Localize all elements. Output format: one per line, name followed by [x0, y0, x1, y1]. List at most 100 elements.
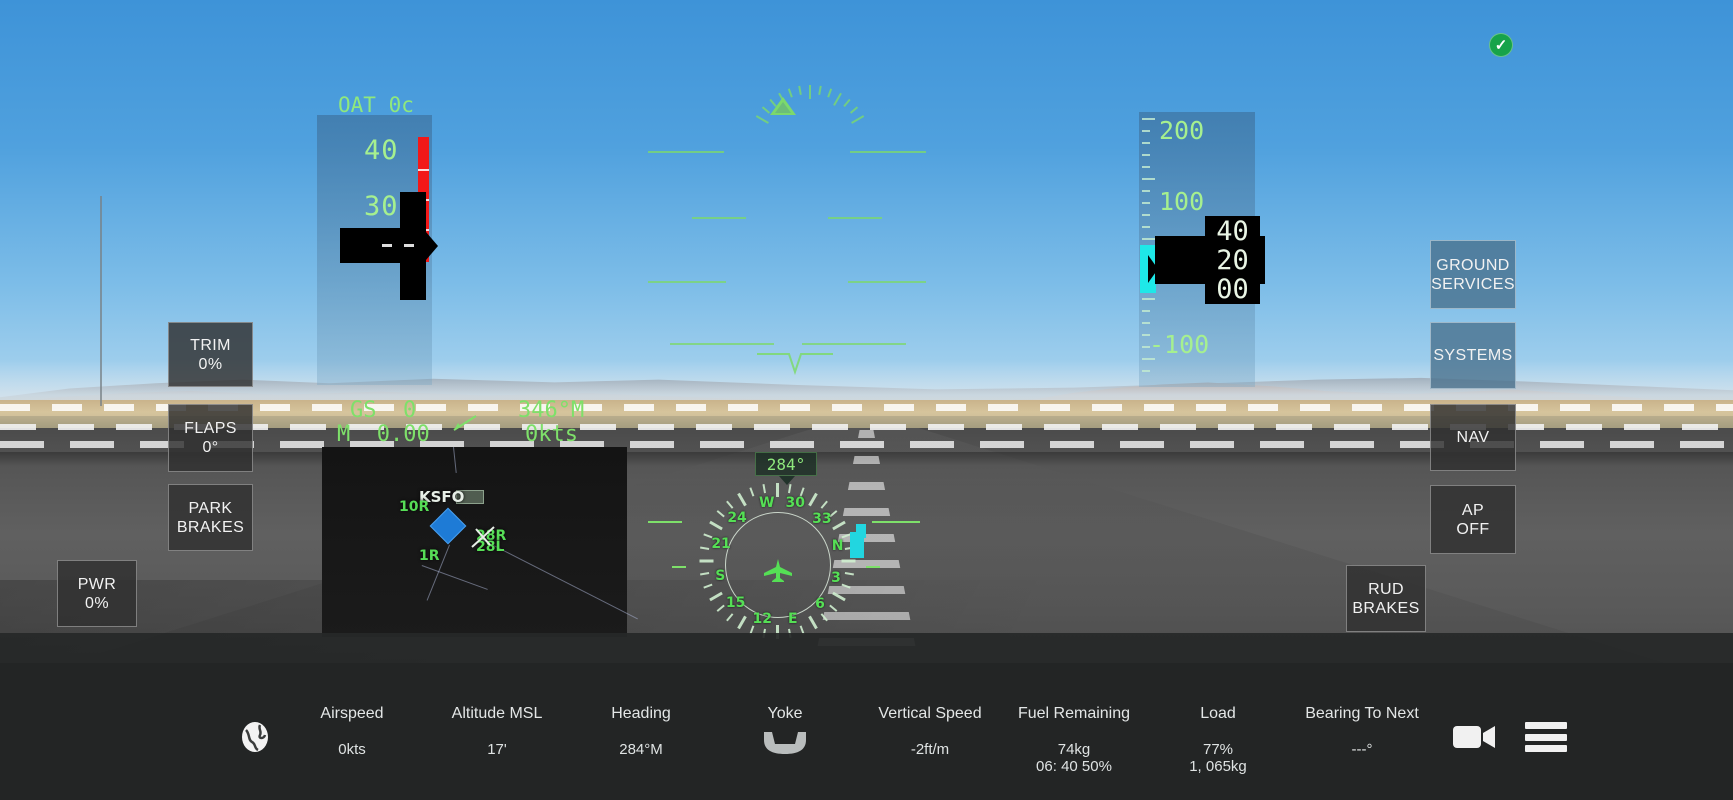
- altitude-tick-200: 200: [1159, 116, 1205, 145]
- compass-tick: [808, 615, 818, 630]
- airspeed-pointer-stem-top: [400, 192, 426, 228]
- compass-label-s: S: [715, 567, 726, 584]
- compass-tick: [749, 487, 755, 497]
- rudder-brakes-button[interactable]: RUD BRAKES: [1346, 565, 1426, 632]
- hsi-tick-right: [866, 566, 880, 568]
- wind-direction-readout: 346°M: [518, 398, 585, 423]
- compass-label-33: 33: [812, 511, 832, 528]
- status-check-icon[interactable]: ✓: [1489, 33, 1513, 57]
- compass-label-15: 15: [725, 594, 746, 611]
- systems-button[interactable]: SYSTEMS: [1430, 322, 1516, 389]
- compass-tick: [716, 510, 725, 518]
- compass-label-3: 3: [831, 569, 841, 586]
- oat-readout: OAT 0c: [338, 93, 414, 117]
- trim-button[interactable]: TRIM 0%: [168, 322, 253, 387]
- airspeed-pointer-notch: [426, 232, 438, 260]
- map-track-line-1: [453, 447, 457, 473]
- compass-label-n: N: [831, 538, 844, 555]
- compass-tick: [841, 559, 856, 563]
- menu-bar-2: [1525, 733, 1567, 741]
- ground-speed-label: GS: [350, 398, 377, 423]
- status-item-label: Bearing To Next: [1305, 705, 1419, 722]
- hsi-bar-right: [872, 521, 920, 523]
- hamburger-menu-icon[interactable]: [1525, 722, 1567, 752]
- nav-button[interactable]: NAV: [1430, 404, 1516, 471]
- airspeed-tape: 40 30: [317, 115, 438, 385]
- park-brakes-button-value: BRAKES: [176, 518, 245, 536]
- power-button-value: 0%: [85, 594, 109, 612]
- compass-tick: [776, 483, 779, 497]
- airspeed-pointer-stem-bottom: [400, 263, 426, 300]
- park-brakes-button-label: PARK: [188, 499, 233, 517]
- ground-services-button-value: SERVICES: [1431, 275, 1515, 293]
- ground-services-button[interactable]: GROUND SERVICES: [1430, 240, 1516, 309]
- compass-tick: [820, 500, 828, 509]
- altitude-tick-minus-100: -100: [1149, 330, 1210, 359]
- airspeed-digit-dash-2: [404, 244, 414, 247]
- trim-button-value: 0%: [198, 355, 223, 373]
- flaps-button-label: FLAPS: [184, 420, 237, 437]
- altitude-odometer: 40 20 00: [1205, 216, 1260, 304]
- rudder-brakes-button-label: RUD: [1368, 580, 1404, 598]
- compass-tick: [716, 604, 725, 612]
- compass-label-6: 6: [815, 596, 825, 613]
- autopilot-button[interactable]: AP OFF: [1430, 485, 1516, 554]
- flight-sim-viewport: OAT 0c 40 30 200 100 -100 40 20 00 GS 0 …: [0, 0, 1733, 800]
- wind-arrow-icon: [453, 415, 477, 431]
- altitude-bug: [1140, 245, 1158, 293]
- park-brakes-button[interactable]: PARK BRAKES: [168, 484, 253, 551]
- moving-map-display[interactable]: KSFO 10R 1R 28R 28L: [322, 447, 638, 637]
- power-button-label: PWR: [77, 575, 117, 593]
- compass-tick: [762, 484, 767, 494]
- compass-tick: [709, 591, 723, 602]
- power-button[interactable]: PWR 0%: [57, 560, 137, 627]
- airspeed-digit-dash-1: [382, 244, 392, 247]
- camera-icon[interactable]: [1452, 722, 1496, 752]
- compass-label-w: W: [758, 494, 775, 511]
- compass-tick: [841, 583, 851, 589]
- map-runway-label-10r: 10R: [399, 499, 430, 515]
- oat-value-text: 0c: [388, 93, 414, 117]
- heading-readout-box: 284°: [755, 452, 817, 476]
- compass-label-12: 12: [752, 610, 772, 627]
- flaps-button[interactable]: FLAPS 0°: [168, 404, 253, 472]
- yoke-icon[interactable]: [762, 730, 808, 756]
- course-deviation-indicator-tip: [856, 524, 866, 538]
- compass-tick: [737, 615, 747, 630]
- airspeed-tick-30: 30: [364, 191, 399, 222]
- hsi-tick-left: [672, 566, 686, 568]
- compass-tick: [844, 571, 854, 576]
- airspeed-pointer: [340, 192, 438, 300]
- status-item-value: ---°: [1351, 741, 1373, 758]
- status-item-value-secondary: 1, 065kg: [1189, 758, 1247, 775]
- compass-label-24: 24: [727, 509, 747, 526]
- mach-readout: M 0.00: [337, 422, 430, 447]
- autopilot-button-label: AP: [1461, 501, 1485, 519]
- altitude-digit-upper: 40: [1216, 215, 1249, 247]
- compass-label-e: E: [788, 611, 798, 628]
- rudder-brakes-button-value: BRAKES: [1352, 599, 1420, 617]
- altitude-digit-lower: 00: [1216, 273, 1249, 305]
- compass-tick: [737, 492, 747, 507]
- oat-label-text: OAT: [338, 93, 376, 117]
- compass-tick: [700, 546, 710, 551]
- flaps-button-value: 0°: [202, 439, 219, 456]
- map-runway-label-1r: 1R: [419, 548, 440, 564]
- compass-tick: [700, 571, 710, 576]
- systems-button-label: SYSTEMS: [1433, 347, 1513, 364]
- compass-tick: [699, 559, 714, 563]
- hsi-bar-left: [648, 521, 682, 523]
- compass-tick: [726, 613, 734, 622]
- trim-button-label: TRIM: [190, 336, 231, 354]
- compass-tick: [832, 520, 846, 531]
- ground-speed-value: 0: [403, 398, 417, 423]
- status-item-bearing-to-next[interactable]: Bearing To Next ---°: [1272, 705, 1452, 758]
- altitude-digit-middle: 20: [1216, 244, 1249, 276]
- status-item-value: 284°M: [619, 741, 663, 758]
- map-runway-cross-icon: [471, 526, 495, 548]
- compass-rose: N 3 6 E 12 15 S 21 24 W 30 33: [692, 481, 864, 641]
- ground-speed-readout: GS 0: [350, 398, 416, 423]
- compass-tick: [787, 484, 792, 494]
- light-pole: [100, 196, 102, 406]
- flight-path-vector: [757, 353, 833, 376]
